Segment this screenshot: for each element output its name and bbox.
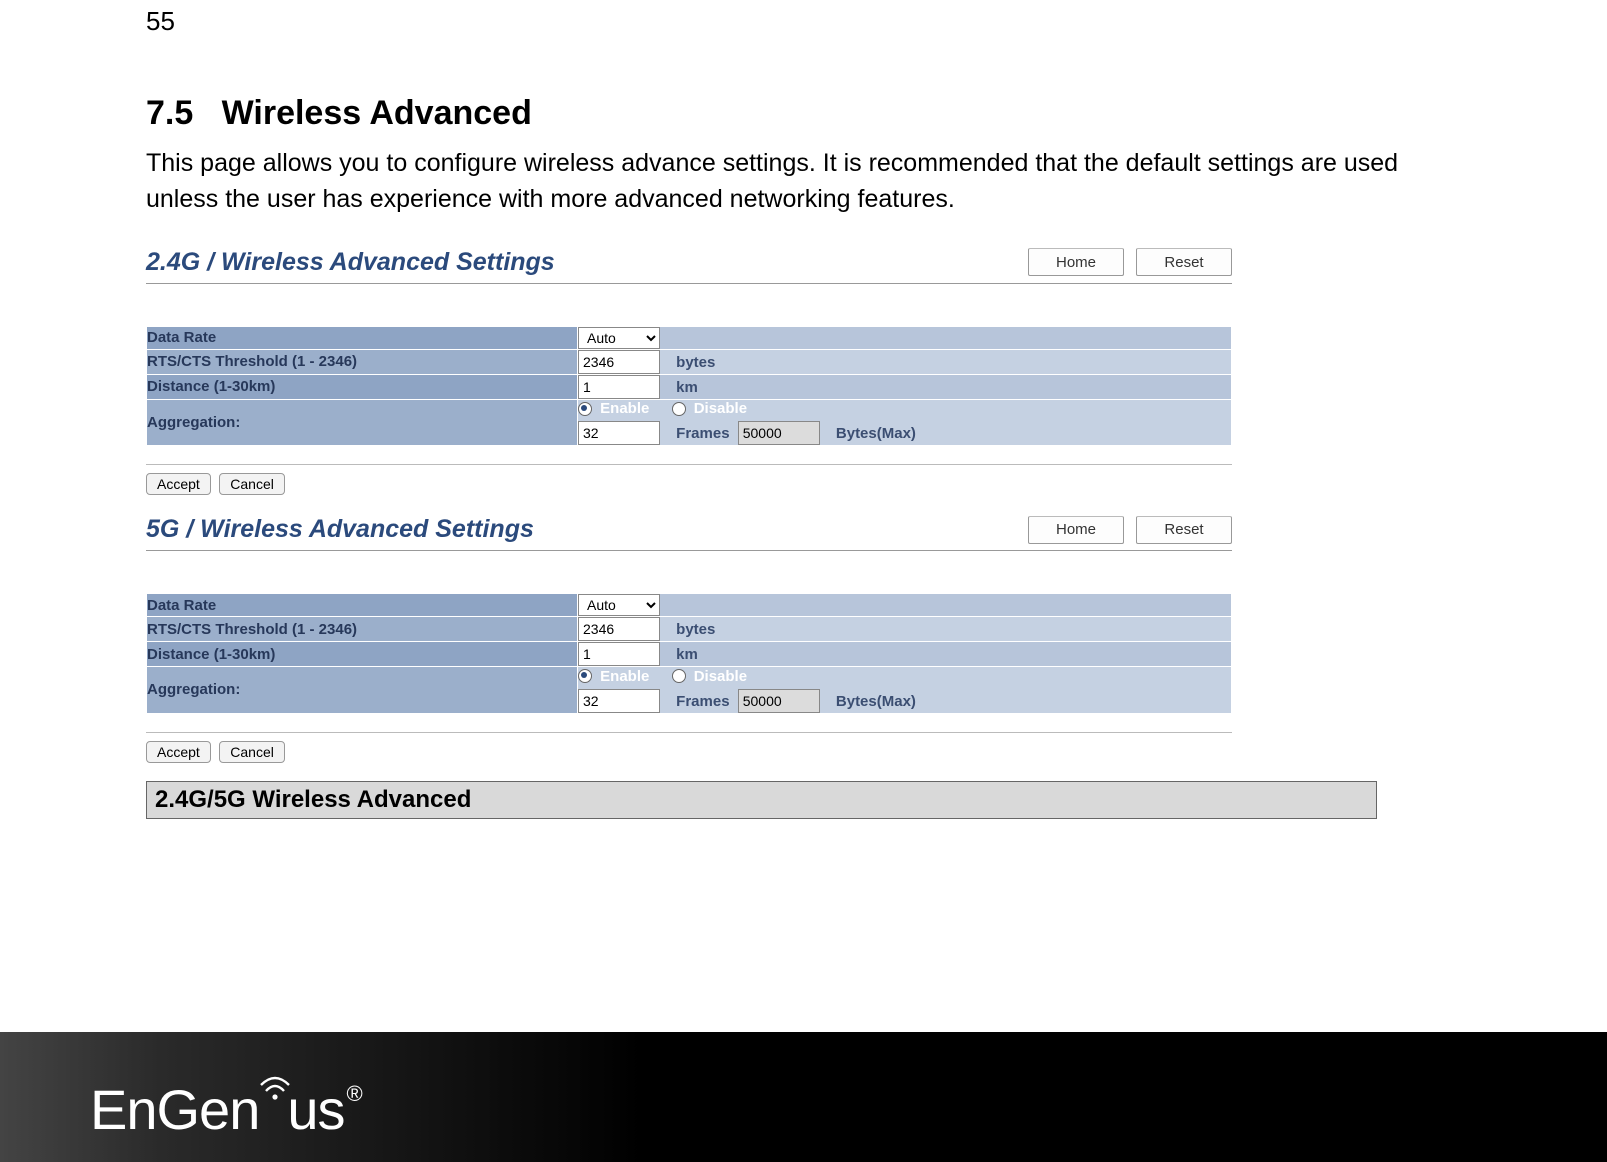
- agg-enable-label: Enable: [600, 668, 649, 685]
- rtscts-label: RTS/CTS Threshold (1 - 2346): [147, 617, 578, 642]
- settings-table-24g: Data Rate Auto RTS/CTS Threshold (1 - 23…: [146, 326, 1232, 447]
- agg-frames-unit: Frames: [676, 425, 729, 442]
- section-title: Wireless Advanced: [222, 94, 532, 132]
- page-number: 55: [146, 8, 1466, 34]
- distance-unit: km: [676, 379, 698, 396]
- reset-button[interactable]: Reset: [1136, 516, 1232, 544]
- agg-frames-input[interactable]: [578, 689, 660, 713]
- data-rate-select[interactable]: Auto: [578, 327, 660, 349]
- home-button[interactable]: Home: [1028, 516, 1124, 544]
- agg-enable-radio[interactable]: [578, 669, 592, 683]
- panel-title-5g: 5G / Wireless Advanced Settings: [146, 515, 534, 544]
- agg-bytes-unit: Bytes(Max): [836, 425, 916, 442]
- section-heading: 7.5 Wireless Advanced: [146, 94, 1466, 133]
- distance-label: Distance (1-30km): [147, 642, 578, 667]
- distance-input[interactable]: [578, 642, 660, 666]
- accept-button[interactable]: Accept: [146, 741, 211, 763]
- intro-text: This page allows you to configure wirele…: [146, 145, 1456, 218]
- agg-disable-radio[interactable]: [672, 402, 686, 416]
- panel-5g: 5G / Wireless Advanced Settings Home Res…: [146, 513, 1232, 763]
- aggregation-label: Aggregation:: [147, 399, 578, 446]
- agg-frames-input[interactable]: [578, 421, 660, 445]
- panel-title-24g: 2.4G / Wireless Advanced Settings: [146, 248, 555, 277]
- wifi-icon: [257, 1049, 293, 1114]
- rtscts-unit: bytes: [676, 354, 715, 371]
- section-number: 7.5: [146, 94, 193, 132]
- agg-frames-unit: Frames: [676, 693, 729, 710]
- footer: EnGenus®: [0, 1032, 1607, 1162]
- rtscts-input[interactable]: [578, 617, 660, 641]
- settings-table-5g: Data Rate Auto RTS/CTS Threshold (1 - 23…: [146, 593, 1232, 714]
- agg-disable-label: Disable: [694, 668, 747, 685]
- agg-bytes-input[interactable]: [738, 421, 820, 445]
- registered-mark: ®: [347, 1081, 362, 1106]
- engenius-logo: EnGenus®: [90, 1077, 362, 1142]
- data-rate-label: Data Rate: [147, 326, 578, 349]
- home-button[interactable]: Home: [1028, 248, 1124, 276]
- data-rate-label: Data Rate: [147, 594, 578, 617]
- rtscts-label: RTS/CTS Threshold (1 - 2346): [147, 349, 578, 374]
- info-table-title: 2.4G/5G Wireless Advanced: [146, 781, 1377, 819]
- agg-disable-label: Disable: [694, 400, 747, 417]
- agg-bytes-unit: Bytes(Max): [836, 693, 916, 710]
- cancel-button[interactable]: Cancel: [219, 741, 285, 763]
- panel-24g: 2.4G / Wireless Advanced Settings Home R…: [146, 246, 1232, 496]
- aggregation-label: Aggregation:: [147, 667, 578, 714]
- distance-unit: km: [676, 646, 698, 663]
- rtscts-input[interactable]: [578, 350, 660, 374]
- distance-input[interactable]: [578, 375, 660, 399]
- agg-disable-radio[interactable]: [672, 669, 686, 683]
- accept-button[interactable]: Accept: [146, 473, 211, 495]
- logo-text-2: us: [287, 1078, 344, 1141]
- logo-text-1: EnGen: [90, 1078, 259, 1141]
- cancel-button[interactable]: Cancel: [219, 473, 285, 495]
- rtscts-unit: bytes: [676, 621, 715, 638]
- agg-enable-radio[interactable]: [578, 402, 592, 416]
- agg-bytes-input[interactable]: [738, 689, 820, 713]
- data-rate-select[interactable]: Auto: [578, 594, 660, 616]
- distance-label: Distance (1-30km): [147, 374, 578, 399]
- agg-enable-label: Enable: [600, 400, 649, 417]
- reset-button[interactable]: Reset: [1136, 248, 1232, 276]
